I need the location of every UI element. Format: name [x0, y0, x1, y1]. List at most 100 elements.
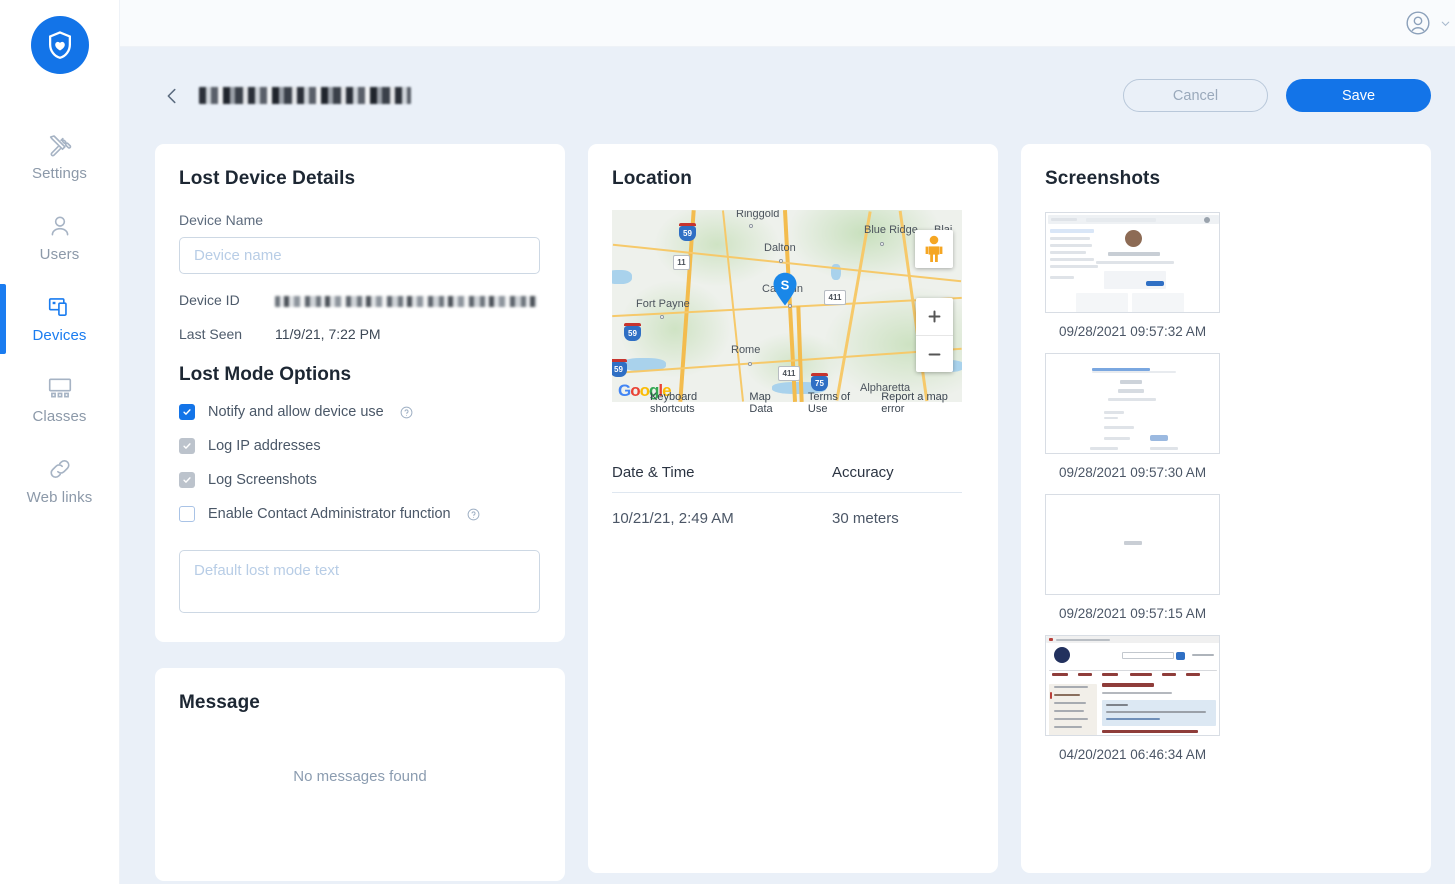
sidebar-item-label: Users — [39, 245, 80, 263]
map-zoom-controls — [916, 298, 953, 372]
map-label: Blue Ridge — [864, 224, 918, 236]
screenshot-item[interactable]: 09/28/2021 09:57:32 AM — [1045, 212, 1220, 339]
save-button[interactable]: Save — [1286, 79, 1431, 112]
message-empty-state: No messages found — [293, 768, 427, 785]
default-lost-mode-text-input[interactable] — [179, 550, 540, 613]
help-icon[interactable] — [467, 508, 480, 521]
chevron-down-icon[interactable] — [1439, 17, 1452, 30]
option-notify-allow-device-use[interactable]: Notify and allow device use — [179, 404, 541, 420]
svg-text:S: S — [781, 278, 790, 293]
back-chevron-icon[interactable] — [161, 85, 183, 107]
plus-icon — [928, 310, 941, 323]
screenshot-item[interactable]: 04/20/2021 06:46:34 AM — [1045, 635, 1220, 762]
content-area: Cancel Save Lost Device Details Device N… — [120, 0, 1455, 884]
sidebar-item-users[interactable]: Users — [0, 197, 119, 278]
location-map[interactable]: 59 11 411 59 59 411 75 Ringgold Blue Rid… — [612, 210, 962, 402]
sidebar-item-label: Settings — [32, 164, 87, 182]
option-label: Log Screenshots — [208, 472, 317, 488]
checkbox-log-ip-addresses — [179, 438, 195, 454]
shield-heart-logo-icon — [48, 31, 71, 59]
map-attribution: Keyboard shortcuts Map Data Terms of Use… — [612, 391, 962, 415]
map-route-shield: 59 — [679, 223, 696, 241]
report-map-error-link[interactable]: Report a map error — [881, 391, 962, 415]
lost-device-details-heading: Lost Device Details — [179, 168, 356, 189]
columns: Lost Device Details Device Name Device I… — [155, 144, 1431, 881]
help-icon[interactable] — [400, 406, 413, 419]
map-device-marker-pin[interactable]: S — [772, 272, 798, 306]
device-name-label: Device Name — [179, 212, 264, 228]
page-title-redacted-text — [199, 86, 411, 104]
user-icon — [51, 216, 68, 235]
sidebar-item-devices[interactable]: Devices — [0, 278, 119, 359]
app-logo[interactable] — [30, 16, 89, 74]
map-zoom-in-button[interactable] — [916, 298, 953, 335]
map-route-shield: 75 — [811, 373, 828, 391]
tools-icon — [49, 134, 71, 156]
map-data-link[interactable]: Map Data — [749, 391, 790, 415]
option-label: Log IP addresses — [208, 438, 321, 454]
screenshot-caption: 09/28/2021 09:57:30 AM — [1058, 465, 1207, 480]
checkbox-log-screenshots — [179, 472, 195, 488]
map-label: Fort Payne — [636, 298, 690, 310]
map-route-shield: 59 — [612, 359, 627, 377]
map-route-shield: 411 — [778, 366, 800, 381]
screenshot-caption: 09/28/2021 09:57:32 AM — [1058, 324, 1207, 339]
option-log-ip-addresses[interactable]: Log IP addresses — [179, 438, 541, 454]
map-label: Rome — [731, 344, 761, 356]
screenshots-heading: Screenshots — [1045, 168, 1161, 189]
last-seen-value: 11/9/21, 7:22 PM — [275, 326, 381, 342]
screenshot-thumbnail[interactable] — [1045, 353, 1220, 454]
cancel-button[interactable]: Cancel — [1123, 79, 1268, 112]
street-view-pegman-icon — [925, 235, 943, 262]
app-root: Settings Users Devices Classes Web links… — [0, 0, 1455, 884]
user-avatar-icon[interactable] — [1405, 10, 1431, 36]
keyboard-shortcuts-link[interactable]: Keyboard shortcuts — [650, 391, 732, 415]
screenshots-grid: 09/28/2021 09:57:32 AM 09/28/2021 09:57:… — [1045, 212, 1407, 762]
map-place-dot — [660, 315, 664, 319]
page-title — [199, 85, 411, 107]
cell-accuracy: 30 meters — [832, 510, 899, 527]
table-row: 10/21/21, 2:49 AM 30 meters — [612, 493, 962, 527]
top-bar — [120, 0, 1455, 47]
map-zoom-out-button[interactable] — [916, 335, 953, 372]
devices-icon — [48, 297, 67, 316]
column-header-accuracy: Accuracy — [832, 464, 894, 481]
map-place-dot — [749, 224, 753, 228]
option-label: Enable Contact Administrator function — [208, 506, 451, 522]
column-left: Lost Device Details Device Name Device I… — [155, 144, 565, 881]
option-log-screenshots[interactable]: Log Screenshots — [179, 472, 541, 488]
checkbox-enable-contact-administrator[interactable] — [179, 506, 195, 522]
screenshot-thumbnail[interactable] — [1045, 212, 1220, 313]
link-icon — [49, 459, 70, 478]
screenshot-thumbnail[interactable] — [1045, 635, 1220, 736]
terms-of-use-link[interactable]: Terms of Use — [808, 391, 864, 415]
screenshot-caption: 09/28/2021 09:57:15 AM — [1058, 606, 1207, 621]
map-route-shield: 59 — [624, 323, 641, 341]
message-card: Message No messages found — [155, 668, 565, 881]
minus-icon — [928, 353, 941, 355]
option-label: Notify and allow device use — [208, 404, 384, 420]
sidebar-item-classes[interactable]: Classes — [0, 359, 119, 440]
location-card: Location 59 11 411 59 59 411 75 Ringgold… — [588, 144, 998, 873]
sidebar-item-label: Devices — [32, 326, 87, 344]
screenshot-item[interactable]: 09/28/2021 09:57:30 AM — [1045, 353, 1220, 480]
street-view-pegman-button[interactable] — [915, 230, 953, 268]
column-middle: Location 59 11 411 59 59 411 75 Ringgold… — [588, 144, 998, 873]
sidebar-item-label: Classes — [32, 407, 87, 425]
lost-device-details-card: Lost Device Details Device Name Device I… — [155, 144, 565, 642]
lost-mode-options-heading: Lost Mode Options — [179, 364, 352, 385]
sidebar-nav: Settings Users Devices Classes Web links — [0, 116, 119, 521]
map-place-dot — [748, 362, 752, 366]
screenshot-thumbnail[interactable] — [1045, 494, 1220, 595]
message-heading: Message — [179, 692, 260, 713]
screenshot-item[interactable]: 09/28/2021 09:57:15 AM — [1045, 494, 1220, 621]
device-id-redacted-text — [275, 295, 537, 307]
column-right: Screenshots 09/28/2021 09:57:32 AM 09/28… — [1021, 144, 1431, 873]
device-name-input[interactable] — [179, 237, 540, 274]
device-id-label: Device ID — [179, 292, 240, 308]
sidebar-item-settings[interactable]: Settings — [0, 116, 119, 197]
checkbox-notify-allow-device-use[interactable] — [179, 404, 195, 420]
map-place-dot — [880, 242, 884, 246]
sidebar-item-web-links[interactable]: Web links — [0, 440, 119, 521]
option-enable-contact-administrator[interactable]: Enable Contact Administrator function — [179, 506, 541, 522]
